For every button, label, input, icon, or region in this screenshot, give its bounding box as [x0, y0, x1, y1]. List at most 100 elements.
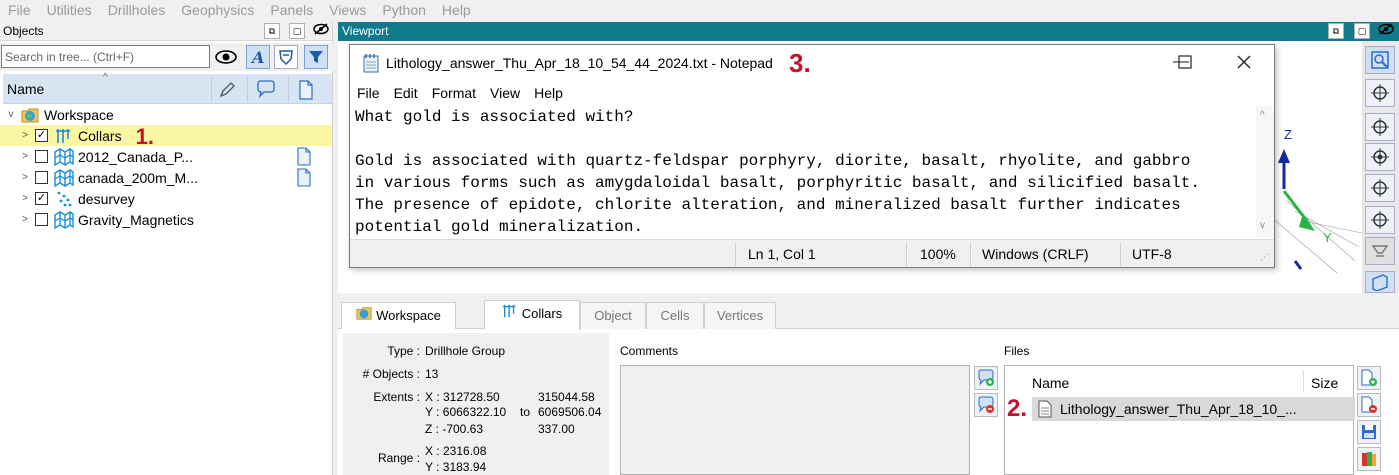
- visibility-eye-icon[interactable]: [214, 45, 238, 69]
- chevron-right-icon[interactable]: >: [18, 193, 32, 204]
- chevron-down-icon[interactable]: v: [4, 109, 18, 120]
- notepad-window[interactable]: Lithology_answer_Thu_Apr_18_10_54_44_202…: [349, 44, 1275, 268]
- grid-surface-icon: [54, 147, 74, 166]
- menu-utilities[interactable]: Utilities: [39, 0, 100, 22]
- text-filter-icon[interactable]: A: [246, 45, 270, 69]
- tree-item-canada-200m[interactable]: > canada_200m_M...: [0, 167, 332, 188]
- objects-count-value: 13: [425, 367, 439, 381]
- notepad-menu-format[interactable]: Format: [425, 85, 483, 105]
- extents-label: Extents :: [373, 390, 420, 404]
- tab-object[interactable]: Object: [580, 302, 646, 329]
- comment-icon[interactable]: [256, 80, 276, 101]
- box-select-icon[interactable]: [1365, 271, 1395, 293]
- tab-collars[interactable]: Collars: [484, 300, 580, 330]
- files-header-name[interactable]: Name: [1032, 375, 1069, 391]
- canada-2012-checkbox[interactable]: [35, 150, 48, 163]
- notepad-menu-view[interactable]: View: [483, 85, 527, 105]
- menu-bar: File Utilities Drillholes Geophysics Pan…: [0, 0, 1399, 22]
- tab-workspace[interactable]: Workspace: [341, 302, 456, 329]
- menu-geophysics[interactable]: Geophysics: [173, 0, 262, 22]
- resize-grip-icon[interactable]: ⋰: [1260, 252, 1269, 263]
- remove-file-icon[interactable]: [1357, 393, 1381, 417]
- pencil-icon[interactable]: [217, 80, 237, 103]
- float-icon[interactable]: ⧉: [1328, 23, 1344, 39]
- annotation-2: 2.: [1007, 395, 1028, 422]
- scroll-down-icon[interactable]: v: [1260, 220, 1265, 231]
- add-comment-icon[interactable]: [974, 366, 998, 390]
- file-row[interactable]: Lithology_answer_Thu_Apr_18_10_...: [1032, 397, 1355, 421]
- objects-panel-title: Objects ⧉ ▢: [0, 22, 332, 41]
- view-top-icon[interactable]: [1365, 79, 1395, 107]
- status-zoom: 100%: [920, 246, 956, 262]
- text-file-icon: [1038, 400, 1052, 425]
- view-north-icon[interactable]: [1365, 113, 1395, 141]
- float-icon[interactable]: ⧉: [264, 23, 280, 39]
- menu-python[interactable]: Python: [374, 0, 434, 22]
- desurvey-checkbox[interactable]: ✓: [35, 192, 48, 205]
- tree-item-2012-canada[interactable]: > 2012_Canada_P...: [0, 146, 332, 167]
- view-center-icon[interactable]: [1365, 143, 1395, 171]
- notepad-menu-file[interactable]: File: [350, 85, 387, 105]
- notepad-menu-edit[interactable]: Edit: [387, 85, 425, 105]
- viewport-title-bar: Viewport ⧉ ▢: [338, 22, 1399, 41]
- chevron-right-icon[interactable]: >: [18, 130, 32, 141]
- chevron-right-icon[interactable]: >: [18, 151, 32, 162]
- tree-item-gravity-magnetics[interactable]: > Gravity_Magnetics: [0, 209, 332, 230]
- canada-200m-checkbox[interactable]: [35, 171, 48, 184]
- hide-eye-icon[interactable]: [1378, 23, 1394, 39]
- tree-item-collars[interactable]: > ✓ Collars 1.: [0, 124, 332, 149]
- maximize-button[interactable]: [1170, 53, 1200, 73]
- clip-plane-icon[interactable]: [1365, 237, 1395, 265]
- notepad-text-area[interactable]: What gold is associated with? Gold is as…: [350, 106, 1256, 238]
- files-list[interactable]: Name Size Lithology_answer_Thu_Apr_18_10…: [1004, 365, 1355, 475]
- type-value: Drillhole Group: [425, 344, 506, 358]
- grid-surface-icon: [54, 210, 74, 229]
- search-input[interactable]: [1, 45, 210, 68]
- view-west-icon[interactable]: [1365, 206, 1395, 234]
- scroll-up-icon[interactable]: ^: [1260, 110, 1265, 121]
- menu-help[interactable]: Help: [434, 0, 479, 22]
- drillhole-icon: [502, 302, 518, 328]
- gravity-checkbox[interactable]: [35, 213, 48, 226]
- menu-panels[interactable]: Panels: [262, 0, 321, 22]
- tree-item-desurvey[interactable]: > ✓ desurvey: [0, 188, 332, 209]
- shield-filter-icon[interactable]: [274, 45, 298, 69]
- save-file-icon[interactable]: [1357, 420, 1381, 444]
- objects-panel: Objects ⧉ ▢ A Name ^: [0, 22, 333, 475]
- comments-box[interactable]: [620, 365, 970, 475]
- zoom-extents-icon[interactable]: [1365, 46, 1395, 74]
- document-icon[interactable]: [298, 80, 314, 103]
- close-button[interactable]: [1229, 53, 1259, 73]
- axis-y-label: Y: [1323, 230, 1332, 245]
- books-icon[interactable]: [1357, 447, 1381, 471]
- chevron-right-icon[interactable]: >: [18, 214, 32, 225]
- tree-header-name[interactable]: Name: [7, 81, 44, 97]
- menu-file[interactable]: File: [0, 0, 39, 22]
- hide-eye-icon[interactable]: [313, 23, 329, 39]
- axis-z-label: Z: [1284, 127, 1292, 142]
- extents-z-max: 337.00: [538, 422, 575, 436]
- remove-comment-icon[interactable]: [974, 393, 998, 417]
- status-position: Ln 1, Col 1: [748, 246, 816, 262]
- tree-root-workspace[interactable]: v Workspace: [0, 104, 332, 125]
- chevron-right-icon[interactable]: >: [18, 172, 32, 183]
- collars-properties: Type : Drillhole Group # Objects : 13 Ex…: [343, 333, 609, 475]
- notepad-title-bar[interactable]: Lithology_answer_Thu_Apr_18_10_54_44_202…: [350, 45, 1274, 83]
- tab-cells[interactable]: Cells: [646, 302, 704, 329]
- files-header-size[interactable]: Size: [1311, 375, 1338, 391]
- extents-z-min: Z : -700.63: [425, 422, 484, 436]
- desurvey-label: desurvey: [78, 190, 135, 207]
- tab-vertices[interactable]: Vertices: [704, 302, 776, 329]
- add-file-icon[interactable]: [1357, 366, 1381, 390]
- notepad-menu-help[interactable]: Help: [527, 85, 570, 105]
- funnel-filter-icon[interactable]: [304, 45, 328, 69]
- restore-icon[interactable]: ▢: [289, 23, 305, 39]
- menu-views[interactable]: Views: [321, 0, 374, 22]
- notepad-vertical-scrollbar[interactable]: ^ v: [1256, 106, 1274, 238]
- menu-drillholes[interactable]: Drillholes: [100, 0, 174, 22]
- view-east-icon[interactable]: [1365, 174, 1395, 202]
- extents-y-min: Y : 6066322.10: [425, 405, 507, 419]
- range-x: X : 2316.08: [425, 444, 487, 458]
- restore-icon[interactable]: ▢: [1354, 23, 1370, 39]
- collars-checkbox[interactable]: ✓: [35, 129, 48, 142]
